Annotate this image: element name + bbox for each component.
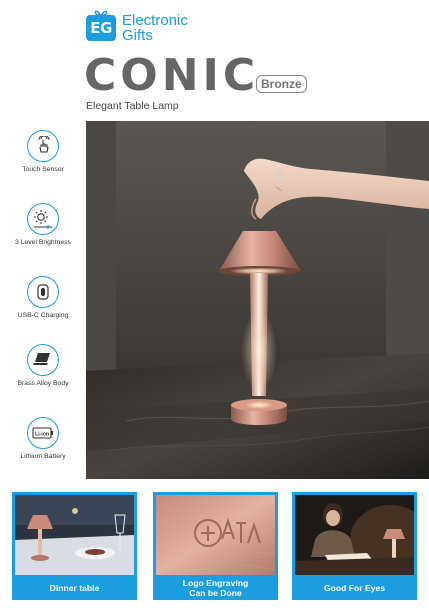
logo-badge-text: EG: [90, 19, 112, 37]
hero-photo: [86, 121, 429, 479]
feature-lithium-battery: Li-ion Lithium Battery: [0, 417, 86, 461]
feature-label: 3 Level Brightness: [15, 239, 71, 246]
battery-icon: Li-ion: [32, 427, 53, 439]
feature-touch-sensor: Touch Sensor: [0, 130, 86, 174]
feature-label: Lithium Battery: [20, 453, 66, 460]
reading-illustration: [295, 495, 414, 575]
feature-brightness: 3 Level Brightness: [0, 203, 86, 247]
feature-icon-circle: Li-ion: [27, 417, 59, 449]
tile-label-line-1: Logo Engraving: [182, 577, 249, 588]
feature-icon-circle: [27, 130, 59, 162]
logo-line-1: Electronic: [122, 12, 188, 29]
tile-logo-engraving: Logo Engraving Can be Done: [153, 492, 278, 600]
feature-icon-circle: [27, 203, 59, 235]
feature-icon-circle: [27, 344, 59, 376]
brightness-icon: [34, 210, 52, 229]
feature-label: Brass Alloy Body: [17, 380, 69, 387]
tile-label-line-2: Can be Done: [189, 587, 242, 598]
gift-bow-icon: [94, 10, 108, 16]
logo-badge: EG: [86, 10, 116, 41]
feature-usb-c: USB-C Charging: [0, 276, 86, 320]
logo-text: Electronic Gifts: [122, 13, 188, 43]
feature-icon-circle: [27, 276, 59, 308]
logo-line-2: Gifts: [122, 27, 153, 44]
tile-label: Logo Engraving Can be Done: [153, 575, 278, 600]
tile-label: Good For Eyes: [323, 582, 386, 593]
feature-label: Touch Sensor: [22, 166, 64, 173]
tile-image: [295, 495, 414, 575]
tile-image: [15, 495, 134, 575]
touch-hand-icon: [38, 136, 50, 153]
tile-dinner-table: Dinner table: [12, 492, 137, 600]
battery-badge-text: Li-ion: [35, 432, 49, 438]
tile-image: [156, 495, 275, 575]
usb-c-icon: [37, 284, 49, 300]
laptop-icon: [33, 353, 50, 365]
variant-badge: Bronze: [256, 75, 307, 93]
lamp-photo-illustration: [86, 121, 429, 479]
feature-brass-body: Brass Alloy Body: [0, 344, 86, 388]
product-subtitle: Elegant Table Lamp: [86, 100, 179, 112]
tile-label: Dinner table: [49, 582, 100, 593]
product-title: CONIC: [84, 50, 260, 101]
feature-label: USB-C Charging: [17, 312, 69, 319]
dinner-table-illustration: [15, 495, 134, 575]
engraving-illustration: [156, 495, 275, 575]
brand-logo: EG Electronic Gifts: [86, 10, 188, 43]
tile-good-for-eyes: Good For Eyes: [292, 492, 417, 600]
